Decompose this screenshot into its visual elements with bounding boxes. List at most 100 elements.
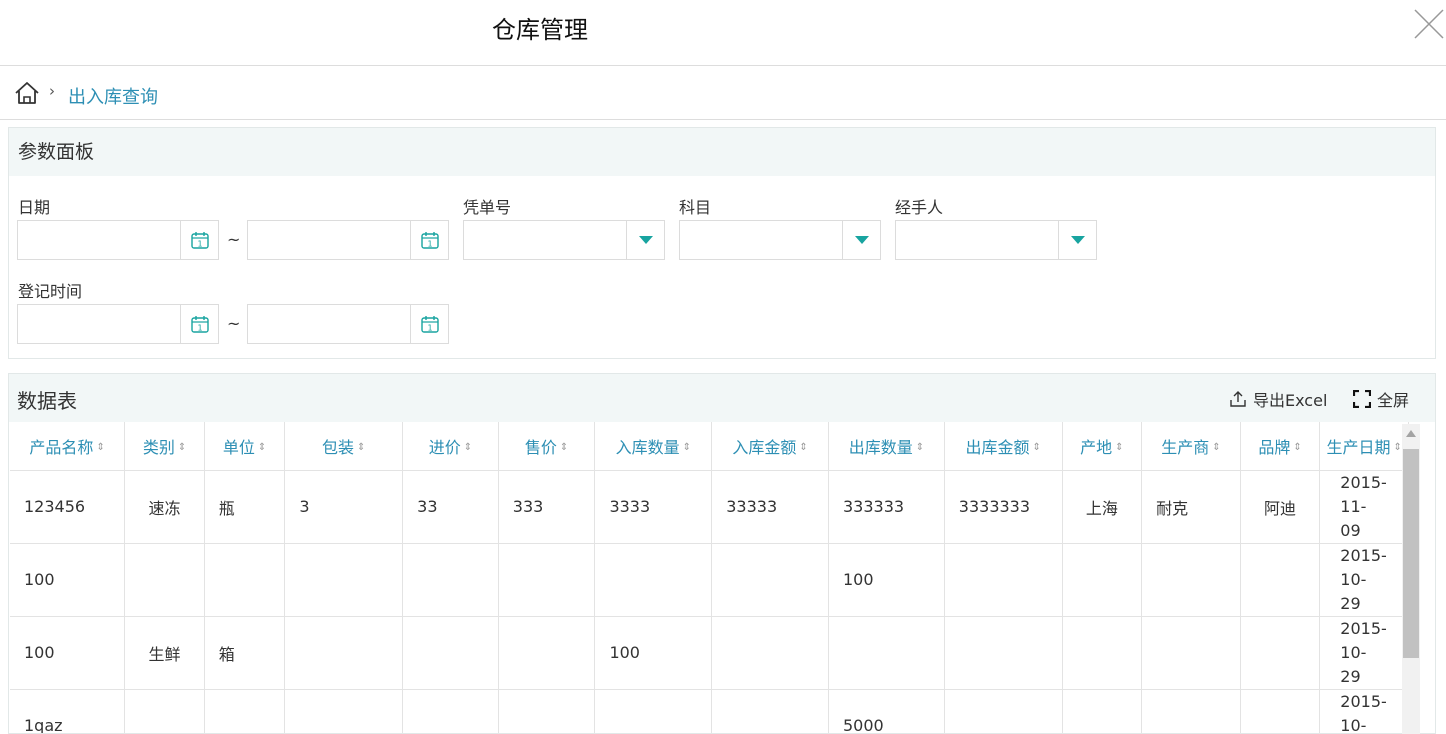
column-header[interactable]: 入库金额 ⇕: [711, 422, 829, 471]
sort-icon[interactable]: ⇕: [1032, 443, 1040, 453]
table-cell: [402, 543, 499, 617]
column-header-label: 品牌: [1258, 437, 1291, 457]
table-cell: [711, 616, 829, 690]
data-table-panel: 数据表 导出Excel 全屏 产品名称 ⇕ 类别 ⇕ 单位 ⇕ 包装 ⇕ 进价 ⇕ 售价 ⇕ 入库数量 ⇕…: [8, 373, 1436, 734]
table-header-row: 产品名称 ⇕ 类别 ⇕ 单位 ⇕ 包装 ⇕ 进价 ⇕ 售价 ⇕ 入库数量 ⇕ 入库金额 ⇕ 出库数量 ⇕ 出库金额 ⇕…: [10, 422, 1409, 471]
table-cell: 2015-10- 29: [1319, 616, 1409, 690]
fullscreen-button[interactable]: 全屏: [1353, 387, 1409, 411]
column-header[interactable]: 生产商 ⇕: [1141, 422, 1241, 471]
table-row[interactable]: 100 100 2015-10- 29: [10, 543, 1409, 617]
table-row[interactable]: 100 生鲜箱 100 2015-10- 29: [10, 616, 1409, 690]
calendar-icon[interactable]: 1: [180, 221, 218, 259]
calendar-icon[interactable]: 1: [180, 305, 218, 343]
sort-icon[interactable]: ⇕: [96, 443, 104, 453]
table-row[interactable]: 123456 速冻瓶 3 33 333 3333 33333 333333 3333333 上海耐…: [10, 470, 1409, 544]
table-cell: 箱: [204, 616, 286, 690]
column-header[interactable]: 出库数量 ⇕: [828, 422, 945, 471]
table-cell: [284, 543, 404, 617]
column-header[interactable]: 品牌 ⇕: [1240, 422, 1321, 471]
sort-icon[interactable]: ⇕: [560, 443, 568, 453]
table-cell: [594, 689, 713, 733]
table-cell: 2015-11- 09: [1319, 470, 1409, 544]
home-icon[interactable]: [14, 81, 40, 105]
table-cell: [402, 616, 499, 690]
column-header-label: 入库金额: [732, 437, 797, 457]
table-cell: 2015-10- 29: [1319, 689, 1409, 733]
column-header-label: 生产商: [1161, 437, 1210, 457]
register-end-input[interactable]: 1: [247, 304, 449, 344]
table-cell: [944, 543, 1063, 617]
subject-select[interactable]: [679, 220, 881, 260]
scrollbar-thumb[interactable]: [1403, 449, 1419, 658]
table-cell: 33333: [711, 470, 829, 544]
data-table: 产品名称 ⇕ 类别 ⇕ 单位 ⇕ 包装 ⇕ 进价 ⇕ 售价 ⇕ 入库数量 ⇕ 入库金额 ⇕ 出库数量 ⇕ 出库金额 ⇕…: [10, 422, 1409, 733]
vertical-scrollbar[interactable]: [1402, 424, 1420, 734]
date-start-input[interactable]: 1: [17, 220, 219, 260]
sort-icon[interactable]: ⇕: [464, 443, 472, 453]
table-cell: [124, 689, 205, 733]
column-header[interactable]: 生产日期 ⇕: [1319, 422, 1409, 471]
column-header[interactable]: 入库数量 ⇕: [594, 422, 713, 471]
sort-icon[interactable]: ⇕: [1293, 443, 1301, 453]
handler-select[interactable]: [895, 220, 1097, 260]
sort-icon[interactable]: ⇕: [357, 443, 365, 453]
export-icon: [1230, 391, 1246, 407]
table-cell: [711, 689, 829, 733]
column-header[interactable]: 产地 ⇕: [1062, 422, 1143, 471]
column-header[interactable]: 类别 ⇕: [124, 422, 205, 471]
scroll-up-arrow-icon[interactable]: [1406, 430, 1416, 437]
column-header[interactable]: 产品名称 ⇕: [10, 422, 126, 471]
sort-icon[interactable]: ⇕: [258, 443, 266, 453]
table-cell: 100: [828, 543, 945, 617]
table-cell: [594, 543, 713, 617]
column-header[interactable]: 进价 ⇕: [402, 422, 499, 471]
table-cell: 33: [402, 470, 499, 544]
chevron-right-icon: ›: [49, 82, 55, 100]
date-label: 日期: [18, 198, 51, 217]
table-cell: [402, 689, 499, 733]
calendar-icon[interactable]: 1: [410, 221, 448, 259]
column-header[interactable]: 出库金额 ⇕: [944, 422, 1063, 471]
parameter-panel-title: 参数面板: [9, 128, 1435, 176]
parameter-panel: 参数面板 日期 1 ~ 1 凭单号 科目 经手人 登记时间 1 ~ 1: [8, 127, 1436, 359]
data-table-header: 数据表 导出Excel 全屏: [9, 374, 1435, 422]
table-cell: 100: [594, 616, 713, 690]
export-excel-button[interactable]: 导出Excel: [1229, 387, 1327, 411]
data-table-title: 数据表: [17, 389, 77, 413]
sort-icon[interactable]: ⇕: [799, 443, 807, 453]
sort-icon[interactable]: ⇕: [178, 443, 186, 453]
column-header[interactable]: 售价 ⇕: [498, 422, 596, 471]
column-header-label: 类别: [142, 437, 175, 457]
close-icon[interactable]: [1412, 7, 1446, 41]
sort-icon[interactable]: ⇕: [1393, 443, 1401, 453]
table-cell: 阿迪: [1240, 470, 1321, 544]
dropdown-arrow-icon[interactable]: [626, 221, 664, 259]
fullscreen-label: 全屏: [1377, 391, 1410, 410]
voucher-select[interactable]: [463, 220, 665, 260]
table-cell: [284, 616, 404, 690]
table-cell: [1240, 689, 1321, 733]
column-header-label: 生产日期: [1326, 437, 1391, 457]
sort-icon[interactable]: ⇕: [683, 443, 691, 453]
sort-icon[interactable]: ⇕: [916, 443, 924, 453]
table-cell: [284, 689, 404, 733]
dropdown-arrow-icon[interactable]: [842, 221, 880, 259]
breadcrumb-current[interactable]: 出入库查询: [68, 83, 158, 109]
date-end-input[interactable]: 1: [247, 220, 449, 260]
calendar-icon[interactable]: 1: [410, 305, 448, 343]
table-row[interactable]: 1qaz 5000 2015-10- 29: [10, 689, 1409, 733]
svg-text:1: 1: [427, 240, 432, 249]
svg-text:1: 1: [197, 240, 202, 249]
column-header[interactable]: 单位 ⇕: [204, 422, 286, 471]
sort-icon[interactable]: ⇕: [1115, 443, 1123, 453]
column-header-label: 产品名称: [29, 437, 94, 457]
sort-icon[interactable]: ⇕: [1212, 443, 1220, 453]
voucher-label: 凭单号: [463, 198, 512, 217]
column-header[interactable]: 包装 ⇕: [284, 422, 404, 471]
table-cell: 3: [284, 470, 404, 544]
register-start-input[interactable]: 1: [17, 304, 219, 344]
table-cell: 3333: [594, 470, 713, 544]
dropdown-arrow-icon[interactable]: [1058, 221, 1096, 259]
table-cell: [1141, 689, 1241, 733]
column-header-label: 单位: [222, 437, 255, 457]
